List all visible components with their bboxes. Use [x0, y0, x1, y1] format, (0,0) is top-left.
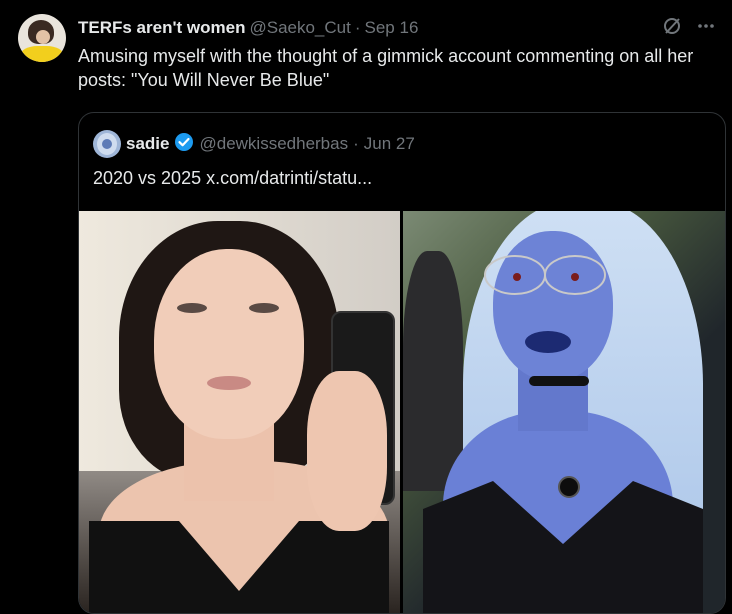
- quoted-author-handle[interactable]: @dewkissedherbas: [199, 134, 348, 154]
- photo-face: [154, 249, 304, 439]
- author-display-name[interactable]: TERFs aren't women: [78, 18, 245, 38]
- author-handle[interactable]: @Saeko_Cut: [249, 18, 350, 38]
- photo-left-eye: [177, 303, 207, 313]
- photo-right-eye: [249, 303, 279, 313]
- photo-2025[interactable]: [403, 211, 725, 613]
- quoted-tweet-text: 2020 vs 2025 x.com/datrinti/statu...: [93, 168, 373, 188]
- photo-background-person: [403, 251, 463, 491]
- photo-hand: [307, 371, 387, 531]
- tweet-actions-top: [660, 14, 718, 38]
- header-separator: ·: [354, 18, 361, 37]
- tweet-header: TERFs aren't women @Saeko_Cut · Sep 16: [78, 17, 418, 39]
- author-avatar[interactable]: [18, 14, 66, 62]
- more-icon[interactable]: [694, 14, 718, 38]
- photo-2020[interactable]: [79, 211, 400, 613]
- quoted-author-display-name[interactable]: sadie: [126, 134, 169, 154]
- quoted-tweet-header: sadie @dewkissedherbas · Jun 27: [93, 129, 415, 159]
- photo-lips: [525, 331, 571, 353]
- quoted-separator: ·: [353, 134, 359, 153]
- photo-lips: [207, 376, 251, 390]
- photo-pendant: [558, 476, 580, 498]
- photo-choker: [529, 376, 589, 386]
- grok-icon[interactable]: [660, 14, 684, 38]
- quoted-author-avatar[interactable]: [93, 130, 121, 158]
- quoted-tweet[interactable]: sadie @dewkissedherbas · Jun 27 2020 vs …: [78, 112, 726, 614]
- photo-glasses: [484, 255, 606, 295]
- avatar-shirt: [20, 46, 64, 62]
- tweet-date[interactable]: Sep 16: [365, 18, 419, 38]
- tweet-text: Amusing myself with the thought of a gim…: [78, 46, 694, 90]
- quoted-tweet-date[interactable]: Jun 27: [364, 134, 415, 154]
- avatar-face: [36, 30, 50, 44]
- quoted-media-grid: [79, 211, 725, 613]
- verified-badge-icon: [174, 132, 194, 157]
